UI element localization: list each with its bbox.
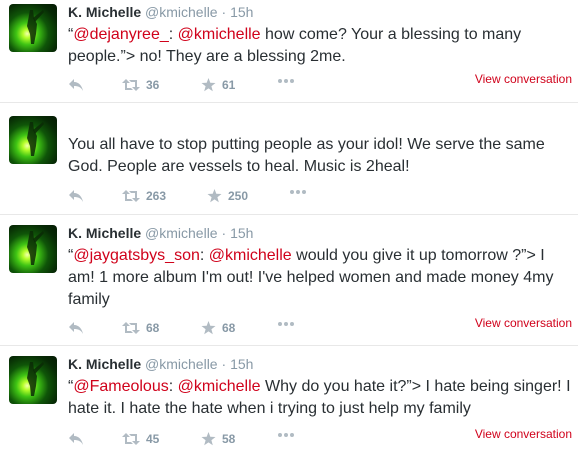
- reply-button[interactable]: [68, 189, 84, 203]
- username[interactable]: @kmichelle: [145, 225, 218, 241]
- tweet-header: K. Michelle @kmichelle · 15h: [68, 4, 253, 20]
- retweet-button[interactable]: 263: [122, 189, 166, 203]
- tweet-2: You all have to stop putting people as y…: [0, 103, 578, 215]
- retweet-count: 68: [146, 321, 160, 335]
- retweet-button[interactable]: 68: [122, 321, 159, 335]
- text-segment: :: [199, 247, 209, 264]
- tweet-text: You all have to stop putting people as y…: [68, 134, 573, 178]
- retweet-count: 263: [146, 189, 167, 203]
- tweet-header: K. Michelle @kmichelle · 15h: [68, 356, 253, 372]
- display-name[interactable]: K. Michelle: [68, 225, 141, 241]
- reply-icon: [69, 79, 83, 91]
- more-button[interactable]: [289, 189, 307, 195]
- favorite-button[interactable]: 250: [207, 189, 248, 203]
- reply-icon: [69, 190, 83, 202]
- tweet-actions: 45 58: [0, 432, 578, 450]
- star-icon: [201, 321, 216, 335]
- tweet-3: K. Michelle @kmichelle · 15h “@jaygatsby…: [0, 215, 578, 346]
- star-icon: [201, 78, 216, 92]
- retweet-button[interactable]: 45: [122, 432, 159, 446]
- mention-link[interactable]: @kmichelle: [178, 26, 261, 43]
- separator: ·: [221, 4, 227, 20]
- tweet-text: “@dejanyree_: @kmichelle how come? Your …: [68, 24, 573, 68]
- timestamp[interactable]: 15h: [230, 225, 253, 241]
- reply-button[interactable]: [68, 321, 84, 335]
- more-icon: [290, 190, 306, 194]
- tweet-header: K. Michelle @kmichelle · 15h: [68, 225, 253, 241]
- tweet-1: K. Michelle @kmichelle · 15h “@dejanyree…: [0, 0, 578, 103]
- tweet-text: “@Fameolous: @kmichelle Why do you hate …: [68, 376, 573, 420]
- more-button[interactable]: [277, 78, 295, 84]
- favorite-count: 58: [222, 432, 236, 446]
- tweet-actions: 68 68: [0, 321, 578, 339]
- retweet-icon: [122, 433, 140, 445]
- reply-button[interactable]: [68, 432, 84, 446]
- display-name[interactable]: K. Michelle: [68, 356, 141, 372]
- mention-link[interactable]: @kmichelle: [178, 378, 261, 395]
- favorite-button[interactable]: 68: [201, 321, 235, 335]
- reply-icon: [69, 433, 83, 445]
- star-icon: [201, 432, 216, 446]
- retweet-icon: [122, 322, 140, 334]
- more-icon: [278, 79, 294, 83]
- text-segment: You all have to stop putting people as y…: [68, 136, 545, 175]
- favorite-button[interactable]: 61: [201, 78, 235, 92]
- mention-link[interactable]: @jaygatsbys_son: [73, 247, 200, 264]
- avatar[interactable]: [9, 116, 57, 164]
- reply-icon: [69, 322, 83, 334]
- avatar[interactable]: [9, 356, 57, 404]
- retweet-icon: [122, 79, 140, 91]
- tweet-actions: 263 250: [0, 189, 578, 207]
- mention-link[interactable]: @dejanyree_: [73, 26, 168, 43]
- display-name[interactable]: K. Michelle: [68, 4, 141, 20]
- more-icon: [278, 433, 294, 437]
- favorite-count: 250: [228, 189, 249, 203]
- performer-silhouette-icon: [27, 362, 44, 396]
- separator: ·: [221, 225, 227, 241]
- star-icon: [207, 189, 222, 203]
- retweet-icon: [122, 190, 140, 202]
- timestamp[interactable]: 15h: [230, 356, 253, 372]
- mention-link[interactable]: @Fameolous: [73, 378, 168, 395]
- tweet-4: K. Michelle @kmichelle · 15h “@Fameolous…: [0, 346, 578, 455]
- avatar[interactable]: [9, 4, 57, 52]
- retweet-count: 36: [146, 78, 160, 92]
- more-button[interactable]: [277, 432, 295, 438]
- avatar[interactable]: [9, 225, 57, 273]
- tweet-text: “@jaygatsbys_son: @kmichelle would you g…: [68, 245, 573, 311]
- more-icon: [278, 322, 294, 326]
- performer-silhouette-icon: [27, 231, 44, 265]
- separator: ·: [221, 356, 227, 372]
- tweet-actions: 36 61: [0, 78, 578, 96]
- performer-silhouette-icon: [27, 10, 44, 44]
- text-segment: :: [168, 26, 178, 43]
- favorite-button[interactable]: 58: [201, 432, 235, 446]
- more-button[interactable]: [277, 321, 295, 327]
- favorite-count: 68: [222, 321, 236, 335]
- performer-silhouette-icon: [27, 122, 44, 156]
- retweet-count: 45: [146, 432, 160, 446]
- username[interactable]: @kmichelle: [145, 356, 218, 372]
- timestamp[interactable]: 15h: [230, 4, 253, 20]
- text-segment: :: [168, 378, 178, 395]
- favorite-count: 61: [222, 78, 236, 92]
- username[interactable]: @kmichelle: [145, 4, 218, 20]
- retweet-button[interactable]: 36: [122, 78, 159, 92]
- mention-link[interactable]: @kmichelle: [209, 247, 292, 264]
- reply-button[interactable]: [68, 78, 84, 92]
